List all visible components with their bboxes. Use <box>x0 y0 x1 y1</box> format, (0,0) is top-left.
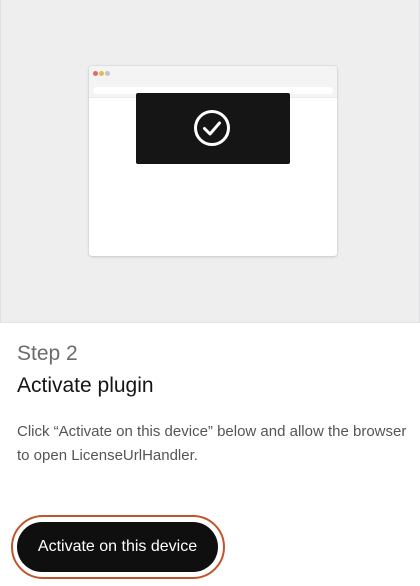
window-close-dot <box>93 71 98 76</box>
step-title: Activate plugin <box>17 374 154 397</box>
step-label: Step 2 <box>17 342 78 365</box>
check-circle-icon <box>194 110 230 146</box>
step-content: Step 2 Activate plugin Click “Activate o… <box>17 340 407 464</box>
step-illustration <box>0 0 420 323</box>
step-description: Click “Activate on this device” below an… <box>17 423 407 464</box>
window-minimize-dot <box>99 71 104 76</box>
success-overlay <box>136 93 290 164</box>
plugin-setup-step: Step 2 Activate plugin Click “Activate o… <box>0 0 420 586</box>
window-maximize-dot <box>105 71 110 76</box>
activate-button[interactable]: Activate on this device <box>17 522 218 572</box>
